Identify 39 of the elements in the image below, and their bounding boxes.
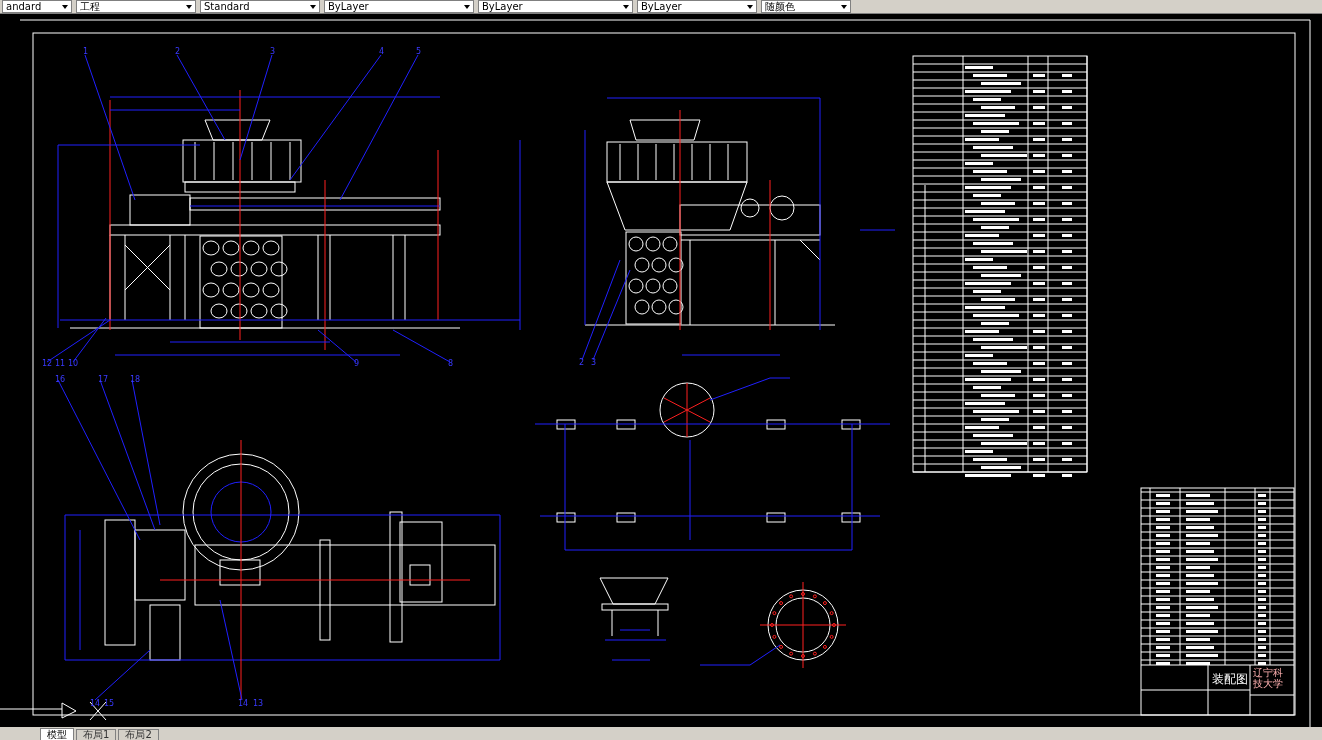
dropdown[interactable]: andard bbox=[2, 0, 72, 13]
part-number-label: 18 bbox=[130, 375, 141, 384]
part-number-label: 4 bbox=[379, 47, 385, 56]
part-number-label: 10 bbox=[68, 359, 79, 368]
layout-tab[interactable]: 布局2 bbox=[118, 729, 159, 740]
school-name: 辽宁科技大学 bbox=[1253, 667, 1284, 689]
part-number-label: 9 bbox=[354, 359, 360, 368]
caret-icon bbox=[464, 4, 470, 9]
part-number-label: 14 bbox=[238, 699, 249, 708]
caret-icon bbox=[310, 4, 316, 9]
part-number-label: 1 bbox=[83, 47, 89, 56]
part-number-label: 16 bbox=[55, 375, 66, 384]
part-number-label: 17 bbox=[98, 375, 109, 384]
dropdown[interactable]: 随颜色 bbox=[761, 0, 851, 13]
part-number-label: 2 bbox=[175, 47, 181, 56]
ucs-icon bbox=[0, 701, 107, 721]
part-number-label: 12 bbox=[42, 359, 53, 368]
part-number-label: 3 bbox=[270, 47, 276, 56]
caret-icon bbox=[841, 4, 847, 9]
caret-icon bbox=[186, 4, 192, 9]
dropdown[interactable]: ByLayer bbox=[637, 0, 757, 13]
drawing-title: 装配图 bbox=[1212, 672, 1248, 686]
layout-tab[interactable]: 布局1 bbox=[76, 729, 117, 740]
part-number-label: 11 bbox=[55, 359, 66, 368]
caret-icon bbox=[62, 4, 68, 9]
dropdown[interactable]: ByLayer bbox=[478, 0, 633, 13]
part-number-label: 5 bbox=[416, 47, 422, 56]
part-number-label: 13 bbox=[253, 699, 264, 708]
caret-icon bbox=[623, 4, 629, 9]
part-number-label: 15 bbox=[104, 699, 115, 708]
layout-tab[interactable]: 模型 bbox=[40, 728, 74, 740]
part-number-label: 3 bbox=[591, 358, 597, 367]
part-number-label: 2 bbox=[579, 358, 585, 367]
dropdown[interactable]: Standard bbox=[200, 0, 320, 13]
dropdown[interactable]: 工程 bbox=[76, 0, 196, 13]
dropdown[interactable]: ByLayer bbox=[324, 0, 474, 13]
part-number-label: 14 bbox=[90, 699, 101, 708]
part-number-label: 8 bbox=[448, 359, 454, 368]
caret-icon bbox=[747, 4, 753, 9]
